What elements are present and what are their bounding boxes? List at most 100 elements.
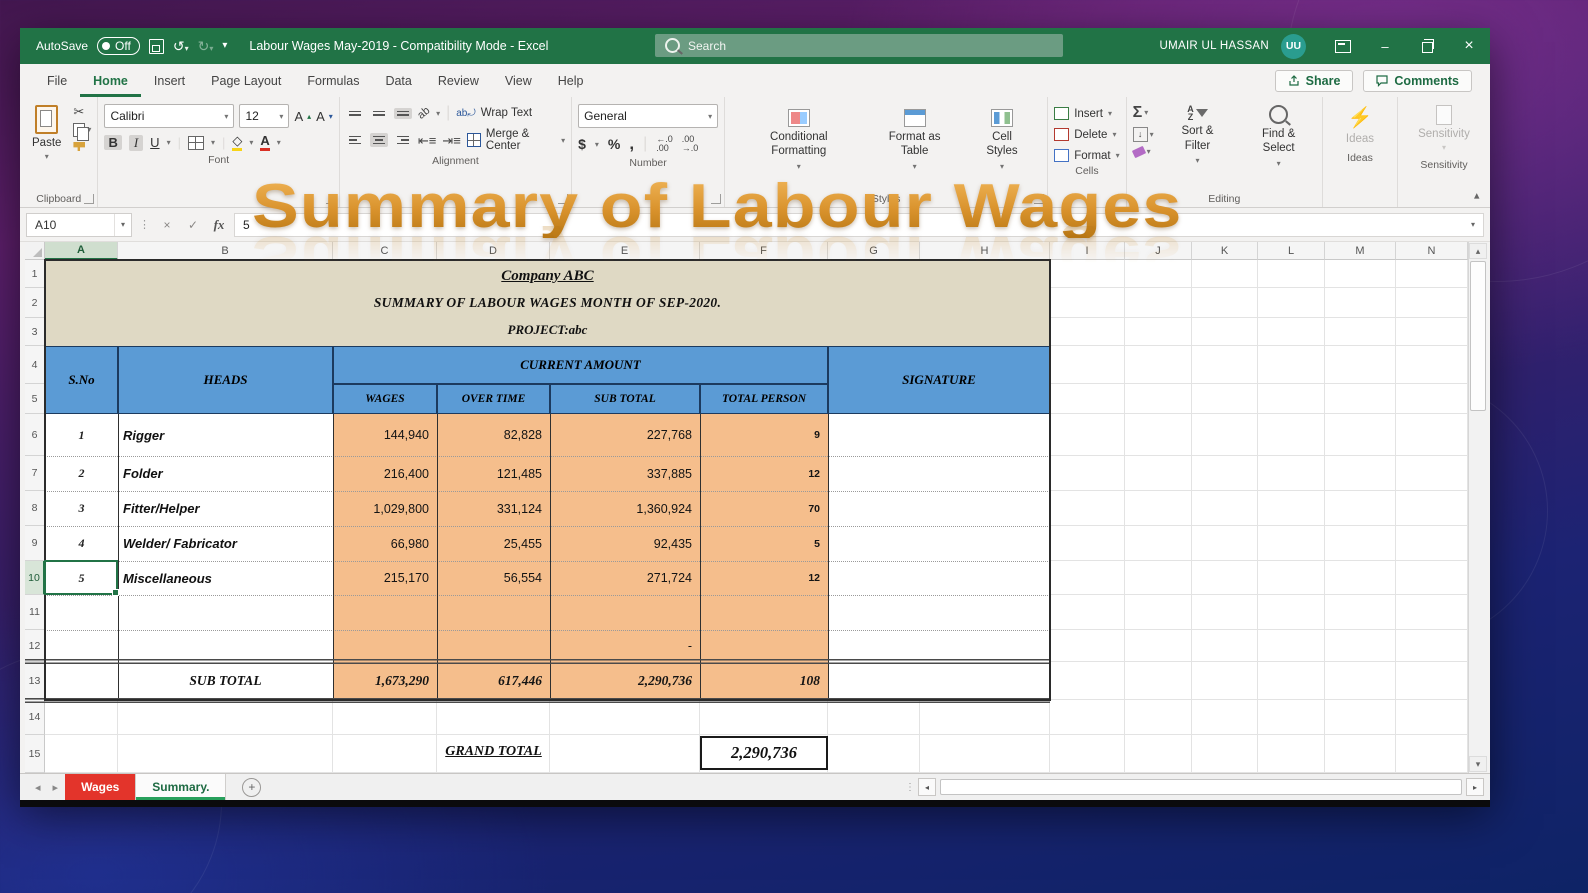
find-select-button[interactable]: Find & Select▾ — [1241, 101, 1316, 172]
search-input[interactable]: Search — [655, 34, 1063, 57]
collapse-ribbon-icon[interactable]: ▾ — [1474, 190, 1480, 203]
save-icon[interactable] — [149, 39, 164, 54]
cell-M15[interactable] — [1325, 735, 1396, 773]
cell-A15[interactable] — [45, 735, 118, 773]
column-header-C[interactable]: C — [333, 242, 437, 260]
cell-J4[interactable] — [1125, 346, 1192, 384]
row-header-4[interactable]: 4 — [25, 346, 45, 384]
cell-J7[interactable] — [1125, 456, 1192, 491]
cell-C14[interactable] — [333, 700, 437, 735]
cell-M10[interactable] — [1325, 561, 1396, 595]
cell-I7[interactable] — [1050, 456, 1125, 491]
tab-page-layout[interactable]: Page Layout — [198, 64, 294, 97]
cell-N4[interactable] — [1396, 346, 1468, 384]
spreadsheet-grid[interactable]: ABCDEFGHIJKLMN123456789101112131415Compa… — [20, 242, 1490, 773]
cell-M6[interactable] — [1325, 414, 1396, 456]
column-header-M[interactable]: M — [1325, 242, 1396, 260]
dash-cell[interactable]: - — [550, 630, 692, 662]
cell-L5[interactable] — [1258, 384, 1325, 414]
cell-N5[interactable] — [1396, 384, 1468, 414]
center-button[interactable] — [370, 133, 388, 148]
confirm-entry-button[interactable]: ✓ — [182, 218, 204, 232]
cell-N14[interactable] — [1396, 700, 1468, 735]
bold-button[interactable]: B — [104, 135, 121, 150]
value-cell[interactable]: 227,768 — [550, 414, 692, 456]
cell-styles-button[interactable]: Cell Styles▾ — [971, 105, 1033, 175]
sheet-nav-right-icon[interactable]: ▸ — [48, 781, 64, 794]
cell-M11[interactable] — [1325, 595, 1396, 630]
fill-color-button[interactable]: ◇ — [232, 134, 242, 151]
sno-cell[interactable]: 1 — [45, 414, 118, 456]
cell-N9[interactable] — [1396, 526, 1468, 561]
value-cell[interactable]: 92,435 — [550, 526, 692, 561]
cell-I12[interactable] — [1050, 630, 1125, 662]
cell-G15[interactable] — [828, 735, 920, 773]
number-dialog-launcher-icon[interactable] — [711, 194, 721, 204]
borders-icon[interactable] — [188, 136, 204, 150]
column-header-N[interactable]: N — [1396, 242, 1468, 260]
cell-G14[interactable] — [828, 700, 920, 735]
row-header-7[interactable]: 7 — [25, 456, 45, 491]
cell-J5[interactable] — [1125, 384, 1192, 414]
cell-N11[interactable] — [1396, 595, 1468, 630]
value-cell[interactable]: 9 — [700, 414, 820, 456]
cell-M12[interactable] — [1325, 630, 1396, 662]
cell-M5[interactable] — [1325, 384, 1396, 414]
cell-J3[interactable] — [1125, 318, 1192, 346]
align-right-button[interactable] — [394, 133, 412, 148]
row-header-12[interactable]: 12 — [25, 630, 45, 662]
scrollbar-resize-handle[interactable]: ⋮ — [905, 782, 914, 793]
cell-M1[interactable] — [1325, 260, 1396, 288]
value-cell[interactable]: 216,400 — [333, 456, 429, 491]
middle-align-button[interactable] — [370, 108, 388, 119]
cell-J2[interactable] — [1125, 288, 1192, 318]
comma-style-button[interactable]: , — [629, 134, 634, 154]
hscroll-left-arrow[interactable]: ◂ — [918, 778, 936, 796]
cell-N3[interactable] — [1396, 318, 1468, 346]
cell-I2[interactable] — [1050, 288, 1125, 318]
head-cell[interactable]: Miscellaneous — [123, 561, 328, 595]
cell-M4[interactable] — [1325, 346, 1396, 384]
paste-button[interactable]: Paste▾ — [26, 101, 67, 165]
cut-button[interactable]: ✂ — [73, 105, 91, 118]
font-name-select[interactable]: Calibri▾ — [104, 104, 234, 128]
cell-K2[interactable] — [1192, 288, 1258, 318]
cell-H14[interactable] — [920, 700, 1050, 735]
customize-quick-access-icon[interactable]: ▾ — [222, 41, 227, 51]
tab-file[interactable]: File — [34, 64, 80, 97]
tab-insert[interactable]: Insert — [141, 64, 198, 97]
cell-I8[interactable] — [1050, 491, 1125, 526]
column-header-L[interactable]: L — [1258, 242, 1325, 260]
value-cell[interactable]: 215,170 — [333, 561, 429, 595]
cell-J9[interactable] — [1125, 526, 1192, 561]
cell-L12[interactable] — [1258, 630, 1325, 662]
cell-M7[interactable] — [1325, 456, 1396, 491]
cell-E14[interactable] — [550, 700, 700, 735]
cell-I9[interactable] — [1050, 526, 1125, 561]
formula-input[interactable]: 5 ▾ — [234, 213, 1484, 237]
increase-decimal-button[interactable]: ←.0.00 — [656, 135, 673, 153]
cell-I10[interactable] — [1050, 561, 1125, 595]
cell-L3[interactable] — [1258, 318, 1325, 346]
head-cell[interactable]: Folder — [123, 456, 328, 491]
font-dialog-launcher-icon[interactable] — [326, 194, 336, 204]
cell-H15[interactable] — [920, 735, 1050, 773]
row-header-9[interactable]: 9 — [25, 526, 45, 561]
head-cell[interactable]: Fitter/Helper — [123, 491, 328, 526]
column-header-J[interactable]: J — [1125, 242, 1192, 260]
redo-icon[interactable]: ↻▾ — [198, 39, 214, 53]
value-cell[interactable]: 271,724 — [550, 561, 692, 595]
cell-K15[interactable] — [1192, 735, 1258, 773]
column-header-E[interactable]: E — [550, 242, 700, 260]
conditional-formatting-button[interactable]: Conditional Formatting▾ — [739, 105, 858, 175]
format-cells-button[interactable]: Format▾ — [1054, 149, 1119, 162]
sensitivity-button[interactable]: Sensitivity▾ — [1412, 101, 1476, 156]
value-cell[interactable]: 56,554 — [437, 561, 542, 595]
cell-N10[interactable] — [1396, 561, 1468, 595]
cell-I3[interactable] — [1050, 318, 1125, 346]
value-cell[interactable]: 66,980 — [333, 526, 429, 561]
cell-L6[interactable] — [1258, 414, 1325, 456]
cell-L11[interactable] — [1258, 595, 1325, 630]
column-header-I[interactable]: I — [1050, 242, 1125, 260]
cell-L2[interactable] — [1258, 288, 1325, 318]
